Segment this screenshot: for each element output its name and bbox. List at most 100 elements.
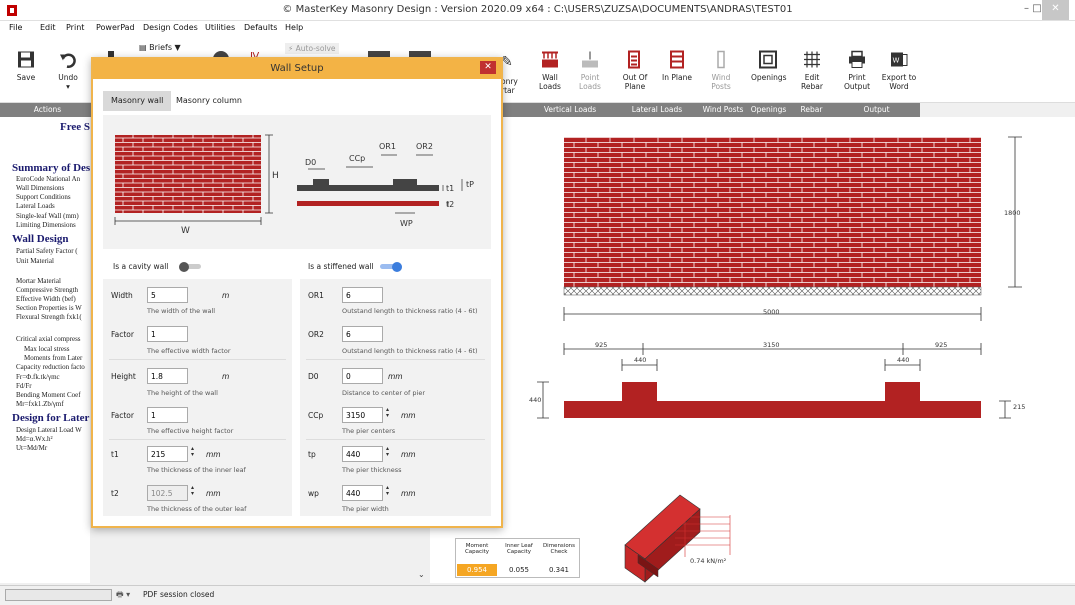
point-loads-button[interactable]: Point Loads [573, 37, 607, 101]
diagram-d0-label: D0 [305, 158, 316, 167]
height-input[interactable] [147, 368, 188, 384]
width-factor-label: Factor [111, 330, 134, 339]
out-of-plane-button[interactable]: Out Of Plane [618, 37, 652, 101]
dialog-title-bar[interactable]: Wall Setup ✕ [93, 59, 501, 79]
close-window-button[interactable]: ✕ [1042, 0, 1069, 20]
tp-stepper[interactable]: ▴ ▾ [386, 446, 389, 458]
menu-print[interactable]: Print [66, 23, 84, 32]
undo-button[interactable]: Undo ▾ [50, 37, 86, 101]
pier-dimension-1: 440 [634, 356, 646, 364]
width-input[interactable] [147, 287, 188, 303]
group-vertical-loads: Vertical Loads [543, 105, 597, 114]
wp-label: wp [308, 489, 319, 498]
width-factor-input[interactable] [147, 326, 188, 342]
t2-stepper[interactable]: ▴ ▾ [191, 485, 194, 497]
report-line: EuroCode National An [16, 175, 81, 183]
report-pane[interactable]: Free S Summary of Des EuroCode National … [0, 117, 90, 583]
d0-input[interactable] [342, 368, 383, 384]
tp-unit: mm [401, 450, 416, 459]
scroll-down-icon[interactable]: ⌄ [418, 570, 425, 579]
in-plane-label: In Plane [662, 73, 692, 82]
point-loads-icon [582, 51, 598, 68]
report-line: Fd/Fr [16, 382, 32, 390]
wp-unit: mm [401, 489, 416, 498]
menu-powerpad[interactable]: PowerPad [96, 23, 135, 32]
t2-input[interactable] [147, 485, 188, 501]
results-table: Moment Capacity Inner Leaf Capacity Dime… [455, 538, 580, 578]
menu-help[interactable]: Help [285, 23, 303, 32]
wall-design-heading: Wall Design [12, 233, 69, 245]
dialog-close-button[interactable]: ✕ [480, 61, 496, 74]
report-line: Wall Dimensions [16, 184, 65, 192]
openings-button[interactable]: Openings [751, 37, 787, 101]
height-factor-input[interactable] [147, 407, 188, 423]
wp-stepper[interactable]: ▴ ▾ [386, 485, 389, 497]
t1-stepper[interactable]: ▴ ▾ [191, 446, 194, 458]
rebar-icon [804, 51, 820, 68]
report-line: Support Conditions [16, 193, 71, 201]
status-text: PDF session closed [143, 590, 215, 599]
wall-loads-button[interactable]: Wall Loads [533, 37, 567, 101]
wall-support [563, 286, 982, 296]
edit-rebar-button[interactable]: Edit Rebar [795, 37, 829, 101]
ccp-input[interactable] [342, 407, 383, 423]
ccp-stepper[interactable]: ▴ ▾ [386, 407, 389, 419]
t1-input[interactable] [147, 446, 188, 462]
printer-status-icon[interactable]: 🖶 ▾ [116, 589, 130, 603]
width-dimension: 5000 [763, 308, 780, 316]
menu-defaults[interactable]: Defaults [244, 23, 277, 32]
wp-help: The pier width [342, 505, 389, 513]
cavity-wall-toggle[interactable] [179, 262, 201, 272]
report-line: Max local stress [24, 345, 70, 353]
menu-bar: File Edit Print PowerPad Design Codes Ut… [0, 21, 1075, 37]
report-line: Bending Moment Coef [16, 391, 81, 399]
menu-file[interactable]: File [9, 23, 22, 32]
tab-masonry-wall[interactable]: Masonry wall [103, 91, 172, 111]
menu-edit[interactable]: Edit [40, 23, 56, 32]
save-button[interactable]: Save [8, 37, 44, 101]
export-word-label: Export to Word [881, 73, 917, 91]
wall-elevation [564, 137, 981, 287]
diagram-section-piers [297, 179, 439, 191]
tp-input[interactable] [342, 446, 383, 462]
out-of-plane-icon [628, 50, 640, 69]
wind-posts-button[interactable]: Wind Posts [704, 37, 738, 101]
report-line: Lateral Loads [16, 202, 55, 210]
menu-utilities[interactable]: Utilities [205, 23, 235, 32]
dialog-body: Masonry wall Masonry column H W D0 CCp O… [93, 79, 501, 526]
width-factor-help: The effective width factor [147, 347, 231, 355]
status-field [5, 589, 112, 601]
tab-masonry-column[interactable]: Masonry column [168, 91, 250, 111]
group-rebar: Rebar [800, 105, 823, 114]
width-unit: m [222, 291, 230, 300]
or2-input[interactable] [342, 326, 383, 342]
or2-label: OR2 [308, 330, 324, 339]
wall-thickness-dimension: 215 [1013, 403, 1025, 411]
auto-solve-button[interactable]: ⚡ Auto-solve [285, 43, 339, 54]
segment-dimension-1: 925 [595, 341, 607, 349]
result-header-moment: Moment Capacity [464, 543, 490, 555]
stiffened-wall-toggle[interactable] [380, 262, 402, 272]
masonry-mortar-button[interactable]: onry rtar [501, 77, 518, 95]
or1-input[interactable] [342, 287, 383, 303]
d0-help: Distance to center of pier [342, 389, 425, 397]
diagram-t1-label: t1 [446, 184, 454, 193]
report-line: Limiting Dimensions [16, 221, 76, 229]
wall-drawing: 1800 5000 925 3150 925 440 440 440 215 0… [529, 136, 1025, 583]
wp-input[interactable] [342, 485, 383, 501]
in-plane-button[interactable]: In Plane [660, 37, 694, 101]
edit-rebar-label: Edit Rebar [801, 73, 823, 91]
print-output-button[interactable]: Print Output [840, 37, 874, 101]
result-value-dimensions: 0.341 [548, 566, 570, 574]
export-word-button[interactable]: W Export to Word [880, 37, 918, 101]
menu-design-codes[interactable]: Design Codes [143, 23, 198, 32]
diagram-section-outer-leaf [297, 201, 439, 206]
briefs-button[interactable]: ▤ Briefs ▼ [139, 43, 181, 52]
printer-icon [849, 50, 865, 68]
openings-label: Openings [751, 73, 787, 82]
result-value-inner-leaf: 0.055 [508, 566, 530, 574]
pier-dimension-2: 440 [897, 356, 909, 364]
load-label: 0.74 kN/m² [690, 557, 727, 565]
group-lateral-loads: Lateral Loads [631, 105, 683, 114]
group-actions: Actions [33, 105, 62, 114]
